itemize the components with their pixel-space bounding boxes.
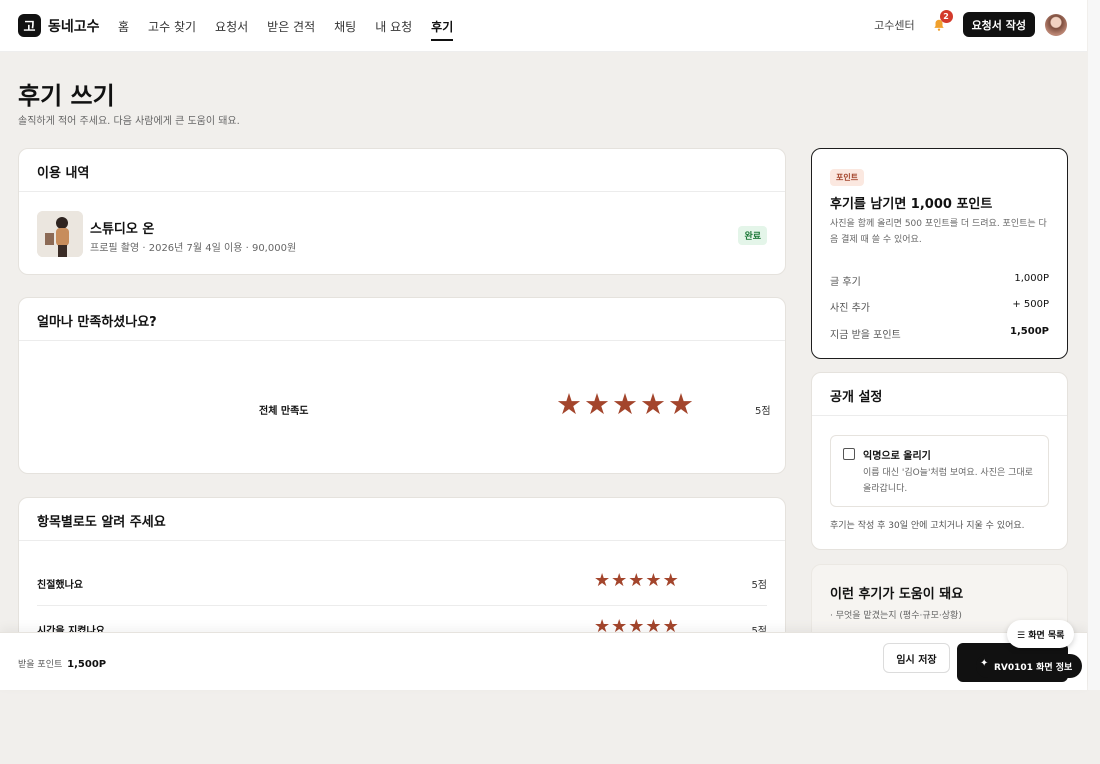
rating-score: 5점 — [751, 580, 767, 591]
rating-label: 친절했나요 — [37, 580, 83, 591]
nav-find-pro[interactable]: 고수 찾기 — [148, 18, 196, 35]
points-row-value: 1,500P — [1010, 326, 1049, 337]
anonymous-option[interactable]: 익명으로 올리기 이름 대신 '김O늘'처럼 보여요. 사진은 그대로 올라갑니… — [830, 435, 1049, 507]
overall-label: 전체 만족도 — [259, 406, 309, 417]
points-title: 후기를 남기면 1,000 포인트 — [830, 197, 993, 212]
bottom-points: 받을 포인트 1,500P — [18, 657, 106, 670]
star-icon[interactable]: ★ — [668, 390, 694, 419]
kindness-star-rating: ★ ★ ★ ★ ★ — [594, 572, 680, 590]
overall-score: 5점 — [755, 406, 771, 417]
points-card: 포인트 후기를 남기면 1,000 포인트 사진을 함께 올리면 500 포인트… — [811, 148, 1068, 359]
points-row-value: + 500P — [1012, 299, 1049, 310]
logo-text: 동네고수 — [48, 18, 100, 35]
star-icon[interactable]: ★ — [645, 572, 661, 590]
overall-star-rating: ★ ★ ★ ★ ★ — [556, 390, 696, 419]
screen-list-button[interactable]: ☰ 화면 목록 — [1007, 620, 1075, 648]
nav-requests[interactable]: 요청서 — [215, 18, 248, 35]
notification-badge: 2 — [939, 9, 953, 23]
anonymous-checkbox[interactable] — [843, 448, 855, 460]
logo-mark: 고 — [18, 14, 41, 37]
points-row-value: 1,000P — [1014, 273, 1049, 284]
pro-center-link[interactable]: 고수센터 — [874, 17, 914, 33]
studio-name: 스튜디오 온 — [90, 222, 155, 237]
points-row-total: 지금 받을 포인트 1,500P — [830, 326, 1049, 341]
header-actions: 고수센터 2 요청서 작성 — [874, 9, 1067, 37]
status-badge: 완료 — [738, 226, 767, 245]
star-icon[interactable]: ★ — [628, 572, 644, 590]
page-title: 후기 쓰기 — [18, 82, 115, 110]
star-icon[interactable]: ★ — [594, 572, 610, 590]
nav-my-requests[interactable]: 내 요청 — [375, 18, 412, 35]
avatar[interactable] — [1045, 13, 1067, 36]
usage-heading: 이용 내역 — [19, 149, 785, 192]
main-nav: 홈 고수 찾기 요청서 받은 견적 채팅 내 요청 후기 — [118, 18, 472, 41]
info-icon: ✦ — [980, 658, 989, 669]
nav-chat[interactable]: 채팅 — [334, 18, 356, 35]
points-row-label: 지금 받을 포인트 — [830, 330, 901, 341]
public-settings-card: 공개 설정 익명으로 올리기 이름 대신 '김O늘'처럼 보여요. 사진은 그대… — [811, 372, 1068, 550]
top-header: 고 동네고수 홈 고수 찾기 요청서 받은 견적 채팅 내 요청 후기 고수센터… — [0, 0, 1087, 52]
write-request-button[interactable]: 요청서 작성 — [962, 12, 1035, 37]
bottom-points-value: 1,500P — [67, 659, 107, 670]
nav-reviews[interactable]: 후기 — [431, 18, 454, 41]
anonymous-option-desc: 이름 대신 '김O늘'처럼 보여요. 사진은 그대로 올라갑니다. — [863, 468, 1033, 494]
points-row-label: 글 후기 — [830, 277, 861, 288]
photo-thumbnail-icon — [37, 211, 83, 257]
studio-thumbnail — [37, 211, 83, 257]
nav-quotes[interactable]: 받은 견적 — [267, 18, 315, 35]
public-settings-heading: 공개 설정 — [812, 373, 1067, 416]
edit-policy-note: 후기는 작성 후 30일 안에 고치거나 지울 수 있어요. — [830, 521, 1025, 531]
tips-line: · 무엇을 맡겼는지 (평수·규모·상황) — [830, 611, 962, 621]
points-row-label: 사진 추가 — [830, 303, 870, 314]
points-tag: 포인트 — [830, 169, 865, 186]
points-row-text: 글 후기 1,000P — [830, 273, 1049, 288]
save-draft-button[interactable]: 임시 저장 — [883, 643, 950, 673]
star-icon[interactable]: ★ — [663, 572, 679, 590]
bottom-points-label: 받을 포인트 — [18, 660, 63, 670]
star-icon[interactable]: ★ — [556, 390, 582, 419]
star-icon[interactable]: ★ — [612, 390, 638, 419]
anonymous-option-title: 익명으로 올리기 — [863, 451, 931, 462]
tips-title: 이런 후기가 도움이 돼요 — [830, 587, 964, 602]
rating-row-kindness: 친절했나요 ★ ★ ★ ★ ★ 5점 — [37, 560, 767, 606]
logo[interactable]: 고 동네고수 — [18, 14, 100, 37]
usage-card: 이용 내역 스튜디오 온 프로필 촬영 · 2026년 7월 4일 이용 · 9… — [18, 148, 786, 275]
usage-meta: 프로필 촬영 · 2026년 7월 4일 이용 · 90,000원 — [90, 243, 297, 254]
nav-home[interactable]: 홈 — [118, 18, 129, 35]
star-icon[interactable]: ★ — [584, 390, 610, 419]
usage-item[interactable]: 스튜디오 온 프로필 촬영 · 2026년 7월 4일 이용 · 90,000원… — [37, 211, 767, 257]
bottom-action-bar: 받을 포인트 1,500P 임시 저장 — [0, 632, 1087, 690]
satisfaction-heading: 얼마나 만족하셨나요? — [19, 298, 785, 341]
points-description: 사진을 함께 올리면 500 포인트를 더 드려요. 포인트는 다음 결제 때 … — [830, 219, 1047, 245]
item-ratings-heading: 항목별로도 알려 주세요 — [19, 498, 785, 541]
notification-button[interactable]: 2 — [927, 9, 953, 37]
points-row-photo: 사진 추가 + 500P — [830, 299, 1049, 314]
screen-info-button[interactable]: ✦ RV0101 화면 정보 — [976, 654, 1083, 678]
star-icon[interactable]: ★ — [611, 572, 627, 590]
screen-info-label: RV0101 화면 정보 — [994, 662, 1073, 673]
satisfaction-card: 얼마나 만족하셨나요? 전체 만족도 ★ ★ ★ ★ ★ 5점 — [18, 297, 786, 474]
page-subtitle: 솔직하게 적어 주세요. 다음 사람에게 큰 도움이 돼요. — [18, 116, 240, 127]
page-scrollbar[interactable] — [1088, 0, 1100, 690]
star-icon[interactable]: ★ — [640, 390, 666, 419]
